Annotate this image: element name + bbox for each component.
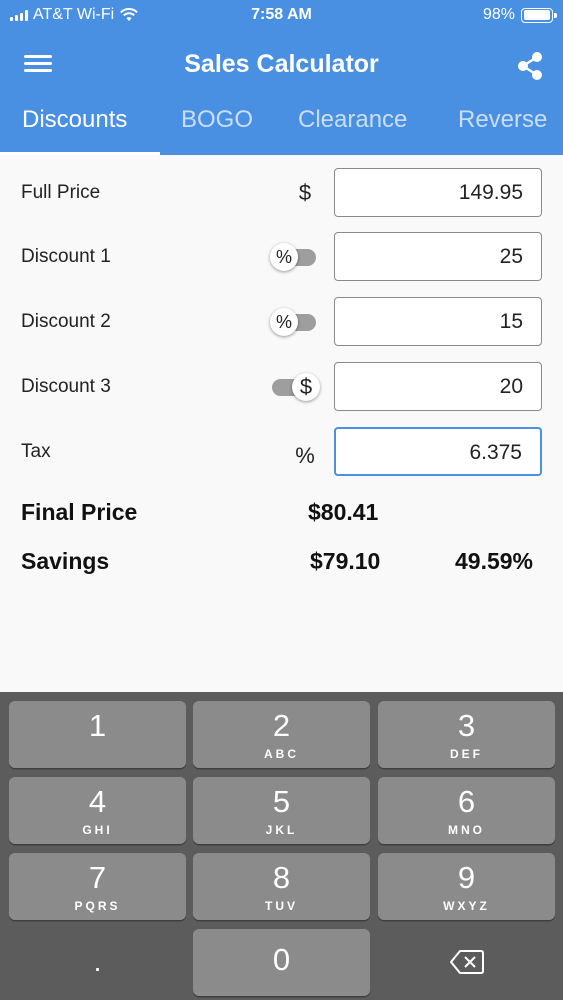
key-digit: 9 — [457, 860, 476, 895]
discount2-label: Discount 2 — [21, 311, 111, 332]
tab-clearance[interactable]: Clearance — [298, 106, 407, 134]
key-letters: WXYZ — [443, 899, 490, 913]
backspace-icon — [449, 950, 484, 974]
key-letters: GHI — [82, 823, 113, 837]
discount3-row: Discount 3 $ 20 — [0, 362, 563, 414]
key-digit: 6 — [457, 784, 476, 819]
percent-toggle-knob: % — [270, 308, 298, 336]
full-price-input[interactable]: 149.95 — [334, 168, 542, 217]
discount2-type-toggle[interactable]: % — [270, 307, 320, 337]
tab-reverse[interactable]: Reverse — [458, 106, 547, 134]
key-2[interactable]: 2 ABC — [193, 701, 370, 768]
savings-label: Savings — [21, 548, 110, 574]
key-letters: TUV — [265, 899, 298, 913]
key-letters: PQRS — [74, 899, 121, 913]
key-8[interactable]: 8 TUV — [193, 853, 370, 920]
key-decimal[interactable]: . — [9, 929, 186, 996]
battery-status: 98% — [482, 6, 557, 24]
tax-input[interactable]: 6.375 — [334, 427, 542, 476]
currency-symbol: $ — [298, 180, 312, 205]
tab-bogo[interactable]: BOGO — [181, 106, 253, 134]
savings-percent: 49.59% — [455, 548, 534, 574]
tab-bar: Discounts BOGO Clearance Reverse — [0, 98, 563, 155]
key-digit: 1 — [88, 708, 107, 743]
key-letters: MNO — [448, 823, 485, 837]
tab-discounts[interactable]: Discounts — [22, 106, 127, 134]
dollar-toggle-knob: $ — [292, 373, 320, 401]
key-letters: ABC — [264, 747, 299, 761]
share-icon[interactable] — [515, 50, 545, 82]
numeric-keypad: 1 2 ABC 3 DEF 4 GHI 5 JKL 6 MNO 7 PQRS 8 TUV 9 W… — [0, 692, 563, 1000]
discount1-input[interactable]: 25 — [334, 232, 542, 281]
discount2-row: Discount 2 % 15 — [0, 297, 563, 349]
tax-row: Tax % 6.375 — [0, 427, 563, 479]
percent-symbol: % — [295, 443, 315, 468]
key-5[interactable]: 5 JKL — [193, 777, 370, 844]
key-digit: 0 — [272, 942, 291, 977]
key-digit: 7 — [88, 860, 107, 895]
key-4[interactable]: 4 GHI — [9, 777, 186, 844]
key-6[interactable]: 6 MNO — [378, 777, 555, 844]
key-letters: JKL — [265, 823, 298, 837]
key-0[interactable]: 0 — [193, 929, 370, 996]
key-7[interactable]: 7 PQRS — [9, 853, 186, 920]
key-digit: 5 — [272, 784, 291, 819]
final-price-value: $80.41 — [308, 499, 379, 525]
status-time: 7:58 AM — [251, 6, 312, 23]
full-price-label: Full Price — [21, 182, 101, 203]
percent-toggle-knob: % — [270, 243, 298, 271]
final-price-label: Final Price — [21, 499, 138, 525]
key-digit: . — [93, 946, 102, 977]
key-letters: DEF — [450, 747, 483, 761]
key-9[interactable]: 9 WXYZ — [378, 853, 555, 920]
status-bar: AT&T Wi-Fi 7:58 AM 98% — [0, 0, 563, 32]
key-digit: 8 — [272, 860, 291, 895]
battery-icon — [521, 7, 557, 23]
discount1-label: Discount 1 — [21, 246, 111, 267]
key-3[interactable]: 3 DEF — [378, 701, 555, 768]
backspace-key[interactable] — [378, 929, 555, 996]
active-tab-indicator — [0, 152, 160, 155]
discount1-type-toggle[interactable]: % — [270, 242, 320, 272]
discount3-type-toggle[interactable]: $ — [270, 372, 320, 402]
discount1-row: Discount 1 % 25 — [0, 232, 563, 284]
discount2-input[interactable]: 15 — [334, 297, 542, 346]
key-digit: 3 — [457, 708, 476, 743]
discount3-label: Discount 3 — [21, 376, 111, 397]
savings-value: $79.10 — [310, 548, 381, 574]
key-digit: 4 — [88, 784, 107, 819]
discount3-input[interactable]: 20 — [334, 362, 542, 411]
key-1[interactable]: 1 — [9, 701, 186, 768]
key-digit: 2 — [272, 708, 291, 743]
battery-percent: 98% — [482, 6, 515, 23]
tax-label: Tax — [21, 441, 51, 462]
app-header: AT&T Wi-Fi 7:58 AM 98% Sales Calculator … — [0, 0, 563, 155]
app-title: Sales Calculator — [184, 50, 379, 78]
full-price-row: Full Price $ 149.95 — [0, 168, 563, 220]
